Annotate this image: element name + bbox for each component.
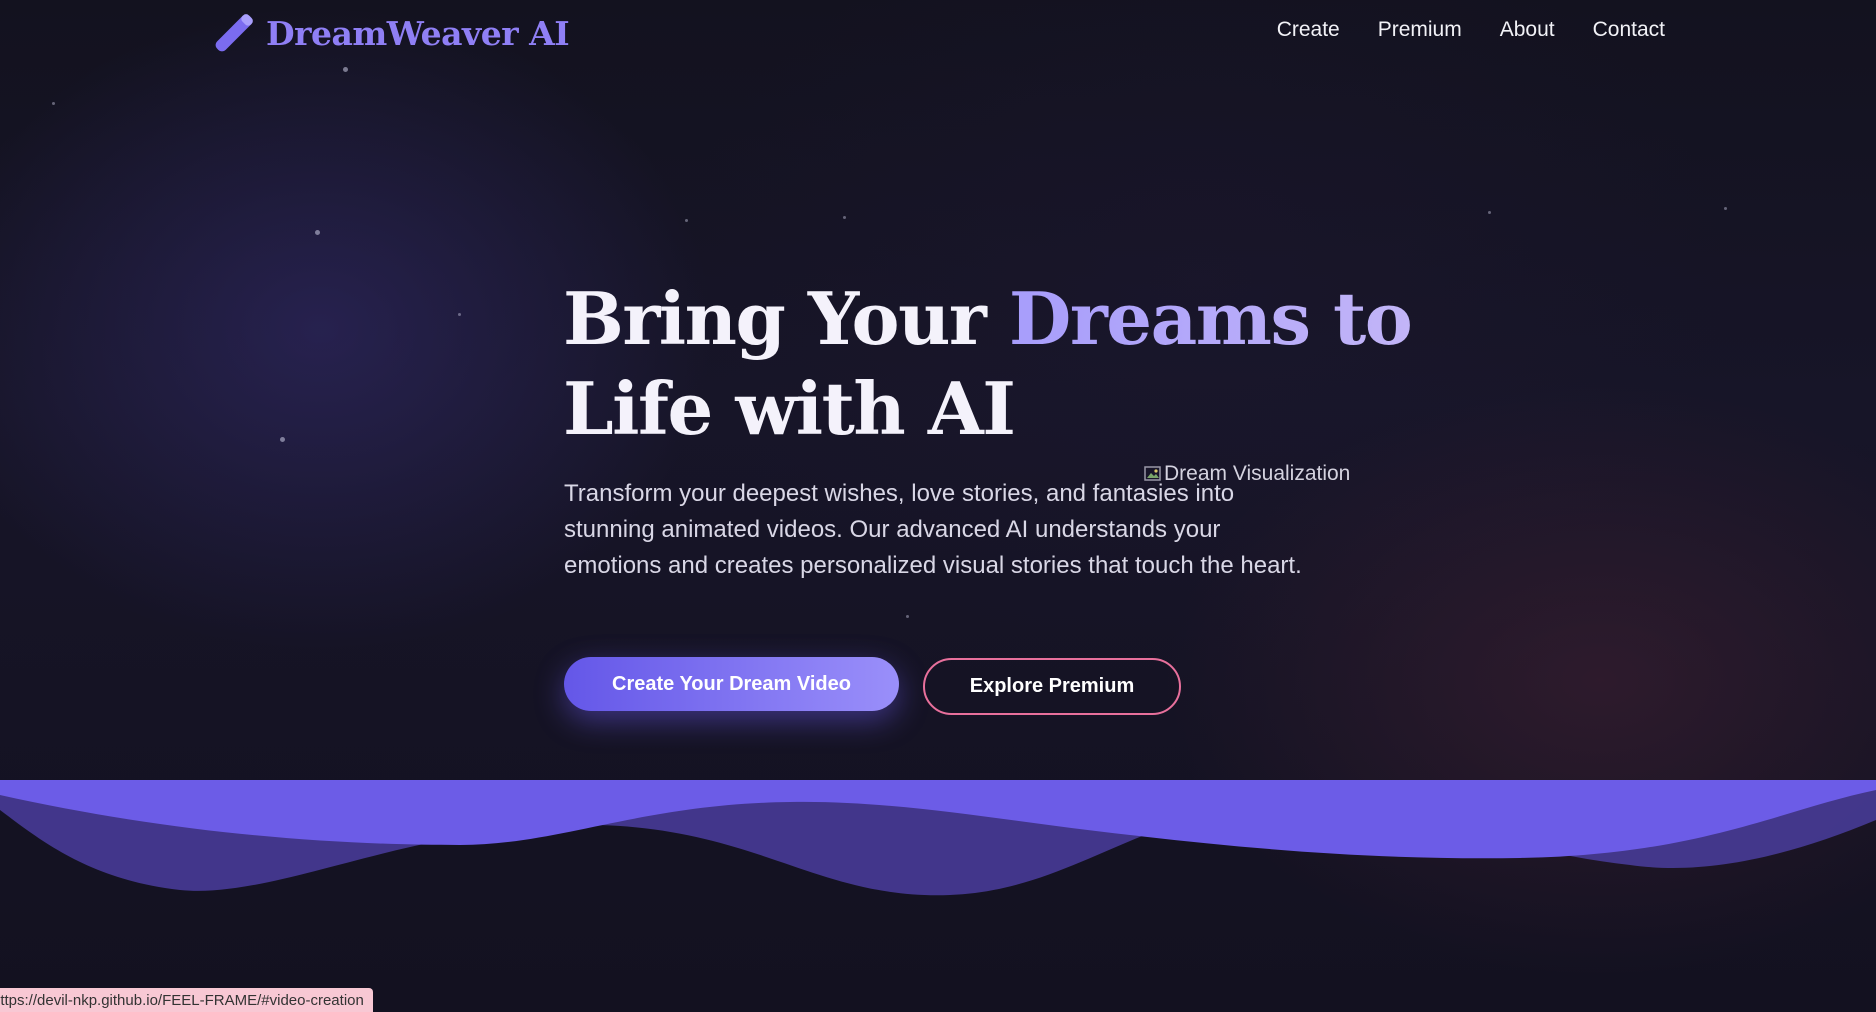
- image-alt-text: Dream Visualization: [1164, 462, 1351, 485]
- nav-link-contact[interactable]: Contact: [1593, 18, 1665, 42]
- top-navigation: DreamWeaver AI Create Premium About Cont…: [0, 0, 1876, 68]
- star-decoration: [458, 313, 461, 316]
- nav-link-premium[interactable]: Premium: [1378, 18, 1462, 42]
- create-dream-video-button[interactable]: Create Your Dream Video: [564, 657, 899, 711]
- explore-premium-button[interactable]: Explore Premium: [923, 658, 1181, 715]
- star-decoration: [52, 102, 55, 105]
- nav-link-create[interactable]: Create: [1277, 18, 1340, 42]
- wave-divider: [0, 780, 1876, 896]
- magic-wand-icon: [212, 10, 256, 56]
- status-url: https://devil-nkp.github.io/FEEL-FRAME/#…: [0, 991, 364, 1009]
- hero-title-part2: Life with AI: [563, 366, 1016, 451]
- star-decoration: [315, 230, 320, 235]
- star-decoration: [1724, 207, 1727, 210]
- hero-description: Transform your deepest wishes, love stor…: [564, 480, 1302, 579]
- star-decoration: [280, 437, 285, 442]
- star-decoration: [1488, 211, 1491, 214]
- broken-image-icon: [1144, 465, 1162, 483]
- hero-title-part1: Bring Your: [563, 276, 1009, 361]
- browser-status-bar: https://devil-nkp.github.io/FEEL-FRAME/#…: [0, 988, 373, 1012]
- hero-title-accent: Dreams to: [1008, 276, 1413, 361]
- star-decoration: [685, 219, 688, 222]
- brand-logo[interactable]: DreamWeaver AI: [212, 10, 570, 56]
- brand-name: DreamWeaver AI: [266, 13, 570, 53]
- nav-link-about[interactable]: About: [1500, 18, 1555, 42]
- dream-visualization-image: Dream Visualization: [1144, 462, 1350, 486]
- hero-title: Bring Your Dreams to Life with AI: [563, 274, 1413, 454]
- star-decoration: [906, 615, 909, 618]
- star-decoration: [843, 216, 846, 219]
- nav-links: Create Premium About Contact: [1277, 18, 1665, 42]
